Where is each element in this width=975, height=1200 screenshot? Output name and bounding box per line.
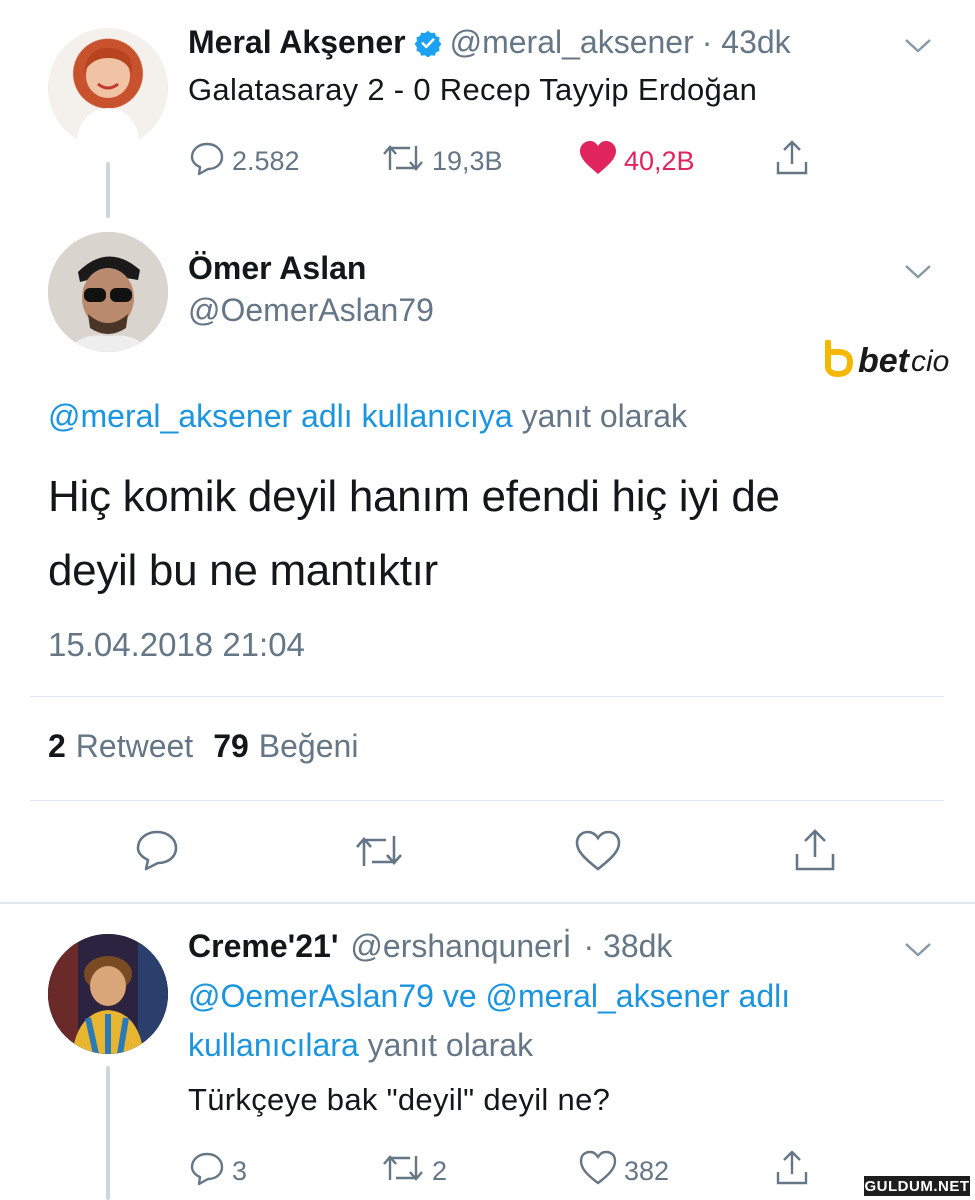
share-icon[interactable]: [792, 826, 838, 879]
tweet-time[interactable]: · 38dk: [583, 928, 672, 965]
focused-tweet-text: Hiç komik deyil hanım efendi hiç iyi de …: [48, 460, 780, 608]
verified-badge-icon: [414, 29, 442, 58]
tweet-text-line-2: deyil bu ne mantıktır: [48, 546, 438, 595]
chevron-down-icon[interactable]: [902, 940, 934, 965]
chevron-down-icon[interactable]: [902, 262, 934, 287]
author-name[interactable]: Meral Akşener: [188, 24, 406, 61]
retweet-button[interactable]: 2: [380, 1150, 447, 1193]
like-button[interactable]: 40,2B: [578, 140, 695, 183]
betcio-watermark: bet cio: [822, 339, 950, 383]
reply-button[interactable]: 3: [188, 1150, 247, 1193]
reply-suffix: yanıt olarak: [367, 1027, 534, 1063]
section-separator: [0, 902, 975, 904]
heart-outline-icon: [575, 830, 621, 871]
reply-icon: [136, 830, 178, 871]
like-button[interactable]: 382: [578, 1150, 669, 1193]
author-handle[interactable]: @OemerAslan79: [188, 292, 434, 329]
like-button[interactable]: [574, 830, 622, 877]
tweet-text-line-1: Hiç komik deyil hanım efendi hiç iyi de: [48, 472, 780, 521]
retweet-count: 2: [432, 1156, 448, 1186]
retweet-icon: [380, 1150, 426, 1193]
thread-line-1: [106, 162, 110, 218]
author-name[interactable]: Creme'21': [188, 928, 338, 965]
divider: [30, 800, 944, 801]
reply-context-line-2: kullanıcılara yanıt olarak: [188, 1027, 533, 1064]
share-icon[interactable]: [773, 1148, 811, 1193]
guldum-watermark: GULDUM.NET: [862, 1174, 972, 1198]
reply-icon: [188, 140, 226, 183]
retweet-icon: [380, 140, 426, 183]
divider: [30, 696, 944, 697]
chevron-down-icon[interactable]: [902, 36, 934, 61]
like-count: 40,2B: [624, 146, 695, 176]
tweet-timestamp[interactable]: 15.04.2018 21:04: [48, 626, 305, 664]
like-stat-count: 79: [213, 728, 249, 764]
retweet-stat[interactable]: 2 Retweet: [48, 728, 193, 765]
reply-to-link[interactable]: kullanıcılara: [188, 1027, 359, 1063]
reply-icon: [188, 1150, 226, 1193]
heart-filled-icon: [578, 140, 618, 183]
reply-count: 3: [232, 1156, 248, 1186]
reply-suffix: yanıt olarak: [521, 398, 688, 434]
reply-to-link[interactable]: @meral_aksener adlı kullanıcıya: [48, 398, 513, 434]
thread-line-2: [106, 1066, 110, 1200]
avatar-creme[interactable]: [48, 934, 168, 1054]
betcio-logo-icon: [822, 339, 856, 383]
author-handle[interactable]: @meral_aksener: [450, 24, 694, 61]
tweet-text: Türkçeye bak "deyil" deyil ne?: [188, 1082, 611, 1117]
retweet-stat-label: Retweet: [75, 728, 194, 764]
engagement-stats: 2 Retweet 79 Beğeni: [48, 728, 358, 765]
like-count: 382: [624, 1156, 670, 1186]
like-stat-label: Beğeni: [258, 728, 359, 764]
avatar-meral[interactable]: [48, 28, 168, 148]
author-name[interactable]: Ömer Aslan: [188, 250, 366, 287]
heart-outline-icon: [578, 1150, 618, 1193]
guldum-watermark-text: GULDUM.NET: [864, 1177, 970, 1195]
like-stat[interactable]: 79 Beğeni: [213, 728, 358, 765]
retweet-count: 19,3B: [432, 146, 503, 176]
reply-count: 2.582: [232, 146, 300, 176]
reply-button[interactable]: 2.582: [188, 140, 300, 183]
betcio-brand-light: cio: [911, 344, 950, 378]
reply-context: @meral_aksener adlı kullanıcıya yanıt ol…: [48, 398, 687, 435]
retweet-button[interactable]: 19,3B: [380, 140, 503, 183]
reply-context-line-1[interactable]: @OemerAslan79 ve @meral_aksener adlı: [188, 978, 790, 1015]
reply-button[interactable]: [134, 828, 180, 877]
retweet-icon: [356, 836, 402, 866]
tweet-text: Galatasaray 2 - 0 Recep Tayyip Erdoğan: [188, 72, 758, 107]
avatar-omer[interactable]: [48, 232, 168, 352]
author-handle[interactable]: @ershanqunerİ: [350, 928, 571, 965]
retweet-button[interactable]: [352, 830, 406, 877]
share-icon[interactable]: [773, 138, 811, 183]
betcio-brand-bold: bet: [858, 342, 909, 380]
tweet-time[interactable]: · 43dk: [702, 24, 791, 61]
retweet-stat-count: 2: [48, 728, 66, 764]
